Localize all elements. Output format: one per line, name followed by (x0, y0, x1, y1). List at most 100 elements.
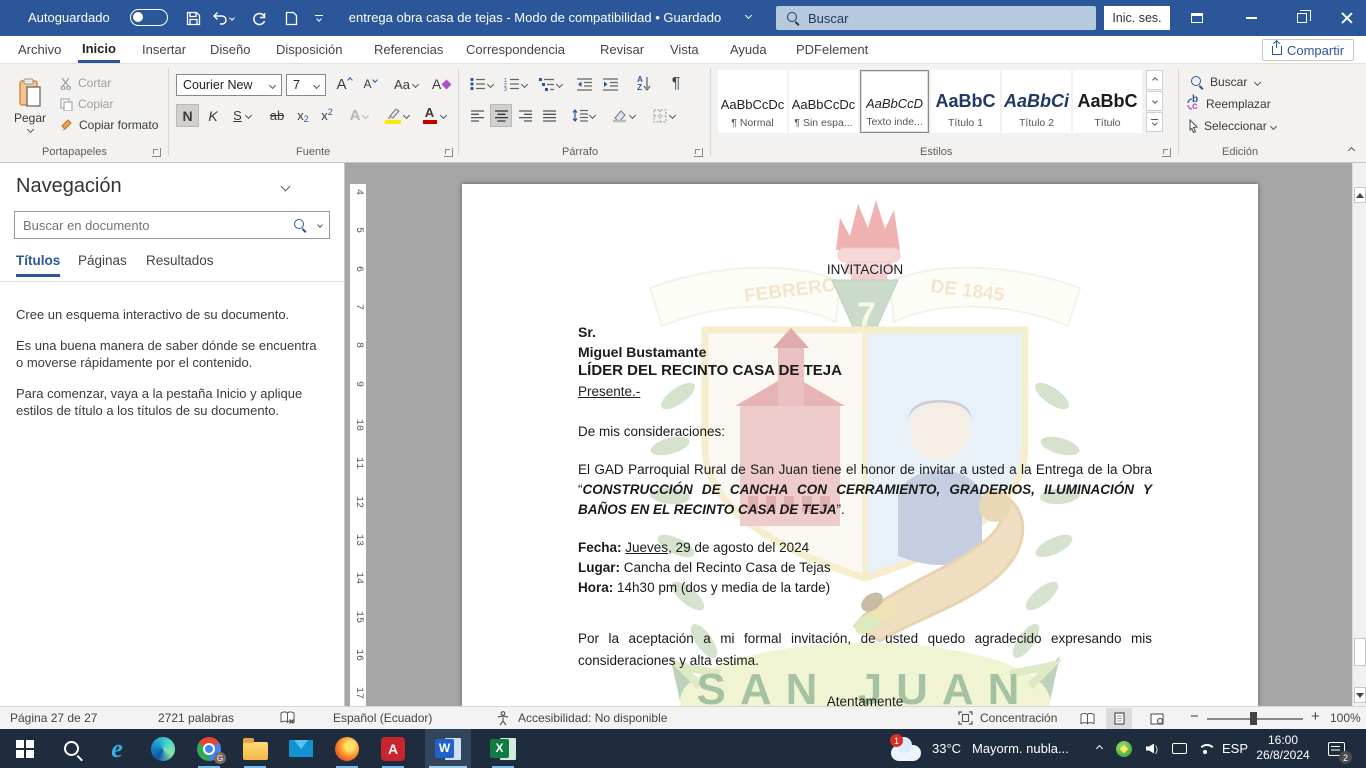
start-button[interactable] (2, 729, 48, 768)
shrink-font-button[interactable]: A (358, 72, 382, 96)
tab-revisar[interactable]: Revisar (596, 36, 648, 63)
mail-icon[interactable] (278, 729, 324, 768)
tab-vista[interactable]: Vista (666, 36, 703, 63)
sign-in-button[interactable]: Inic. ses. (1104, 6, 1170, 30)
wifi-icon[interactable] (1192, 729, 1218, 768)
text-effects-button[interactable]: A (344, 104, 374, 127)
share-button[interactable]: Compartir (1262, 39, 1354, 61)
clipboard-dialog-launcher[interactable] (152, 148, 161, 157)
nav-options-chevron-icon[interactable] (281, 182, 291, 192)
save-button[interactable] (180, 7, 206, 29)
restore-button[interactable] (1285, 0, 1319, 36)
notification-center-icon[interactable]: 2 (1318, 729, 1354, 768)
scroll-up-button[interactable] (1354, 187, 1366, 203)
collapse-ribbon-button[interactable] (1342, 142, 1360, 158)
undo-button[interactable] (210, 7, 236, 29)
vertical-ruler[interactable]: 4 5 6 7 8 9 10 11 12 13 14 15 16 17 (350, 184, 366, 706)
paragraph-dialog-launcher[interactable] (694, 148, 703, 157)
tab-referencias[interactable]: Referencias (370, 36, 447, 63)
decrease-indent-button[interactable] (572, 72, 596, 96)
font-color-button[interactable]: A (418, 104, 450, 127)
keyboard-language[interactable]: ESP (1222, 741, 1248, 756)
zoom-level[interactable]: 100% (1330, 711, 1361, 725)
nav-search-input[interactable] (23, 216, 273, 234)
document-page[interactable]: FEBRERO DE 1845 7 (462, 184, 1258, 706)
nav-search-icon[interactable] (293, 218, 307, 232)
chrome-icon[interactable]: G (186, 729, 232, 768)
show-marks-button[interactable]: ¶ (664, 72, 688, 96)
sort-button[interactable]: AZ (630, 72, 658, 96)
styles-dialog-launcher[interactable] (1162, 148, 1171, 157)
align-left-button[interactable] (466, 104, 488, 127)
focus-mode-icon[interactable] (958, 711, 973, 725)
word-count[interactable]: 2721 palabras (158, 711, 234, 725)
tab-ayuda[interactable]: Ayuda (726, 36, 771, 63)
accessibility-icon[interactable] (496, 711, 510, 726)
titlebar-search[interactable]: Buscar (776, 6, 1096, 30)
bold-button[interactable]: N (176, 104, 199, 127)
highlight-color-button[interactable] (380, 104, 414, 127)
excel-taskbar-icon[interactable]: X (480, 729, 526, 768)
scrollbar-thumb[interactable] (1354, 638, 1366, 666)
justify-button[interactable] (538, 104, 560, 127)
weather-description[interactable]: Mayorm. nubla... (972, 741, 1069, 756)
autosave-toggle[interactable] (130, 9, 168, 26)
file-explorer-icon[interactable] (232, 729, 278, 768)
line-spacing-button[interactable] (566, 104, 600, 127)
redo-button[interactable] (246, 7, 272, 29)
page-indicator[interactable]: Página 27 de 27 (10, 711, 97, 725)
find-button[interactable]: Buscar (1190, 73, 1260, 91)
font-dialog-launcher[interactable] (444, 148, 453, 157)
bullets-button[interactable] (466, 72, 496, 96)
proofing-errors-icon[interactable] (280, 711, 296, 725)
minimize-button[interactable] (1234, 0, 1268, 36)
ribbon-display-options-button[interactable] (1180, 0, 1214, 36)
increase-indent-button[interactable] (598, 72, 622, 96)
change-case-button[interactable]: Aa (390, 72, 422, 96)
focus-mode-label[interactable]: Concentración (980, 711, 1057, 725)
borders-button[interactable] (646, 104, 682, 127)
subscript-button[interactable]: x2 (292, 104, 314, 127)
web-layout-button[interactable] (1144, 708, 1170, 729)
tab-inicio[interactable]: Inicio (78, 36, 120, 63)
zoom-out-button[interactable]: − (1190, 708, 1199, 725)
tab-disposicion[interactable]: Disposición (272, 36, 346, 63)
antivirus-tray-icon[interactable] (1110, 729, 1138, 768)
replace-button[interactable]: b c Reemplazar (1186, 95, 1271, 113)
styles-scroll-down[interactable] (1146, 91, 1163, 111)
tab-correspondencia[interactable]: Correspondencia (462, 36, 569, 63)
firefox-icon[interactable] (324, 729, 370, 768)
style-sin-espaciado[interactable]: AaBbCcDc ¶ Sin espa... (789, 70, 858, 133)
vertical-scrollbar[interactable] (1352, 163, 1366, 706)
select-button[interactable]: Seleccionar (1188, 117, 1276, 135)
weather-icon[interactable]: 1 (886, 729, 926, 768)
format-painter-button[interactable]: Copiar formato (60, 116, 158, 134)
close-button[interactable] (1330, 0, 1364, 36)
nav-search-box[interactable] (14, 211, 330, 239)
acrobat-icon[interactable]: A (370, 729, 416, 768)
style-texto-independiente[interactable]: AaBbCcD Texto inde... (860, 70, 929, 133)
display-connect-icon[interactable] (1166, 729, 1192, 768)
align-center-button[interactable] (490, 104, 512, 127)
styles-more-button[interactable] (1146, 112, 1163, 132)
style-titulo[interactable]: AaBbC Título (1073, 70, 1142, 133)
style-titulo-2[interactable]: AaBbCi Título 2 (1002, 70, 1071, 133)
edge-icon[interactable] (140, 729, 186, 768)
nav-tab-resultados[interactable]: Resultados (146, 253, 214, 268)
nav-search-dropdown-icon[interactable] (317, 222, 323, 228)
multilevel-list-button[interactable] (534, 72, 566, 96)
print-layout-button[interactable] (1106, 708, 1132, 729)
language-indicator[interactable]: Español (Ecuador) (333, 711, 432, 725)
styles-scroll-up[interactable] (1146, 70, 1163, 90)
nav-close-icon[interactable] (319, 182, 329, 192)
nav-tab-paginas[interactable]: Páginas (78, 253, 127, 268)
scroll-down-button[interactable] (1354, 687, 1366, 703)
zoom-slider-thumb[interactable] (1250, 712, 1257, 725)
clear-formatting-button[interactable]: A (428, 72, 454, 96)
numbering-button[interactable]: 123 (500, 72, 530, 96)
tray-expand-chevron-icon[interactable] (1086, 729, 1112, 768)
taskbar-search-button[interactable] (48, 729, 94, 768)
shading-button[interactable] (606, 104, 640, 127)
internet-explorer-icon[interactable]: e (94, 729, 140, 768)
style-titulo-1[interactable]: AaBbC Título 1 (931, 70, 1000, 133)
